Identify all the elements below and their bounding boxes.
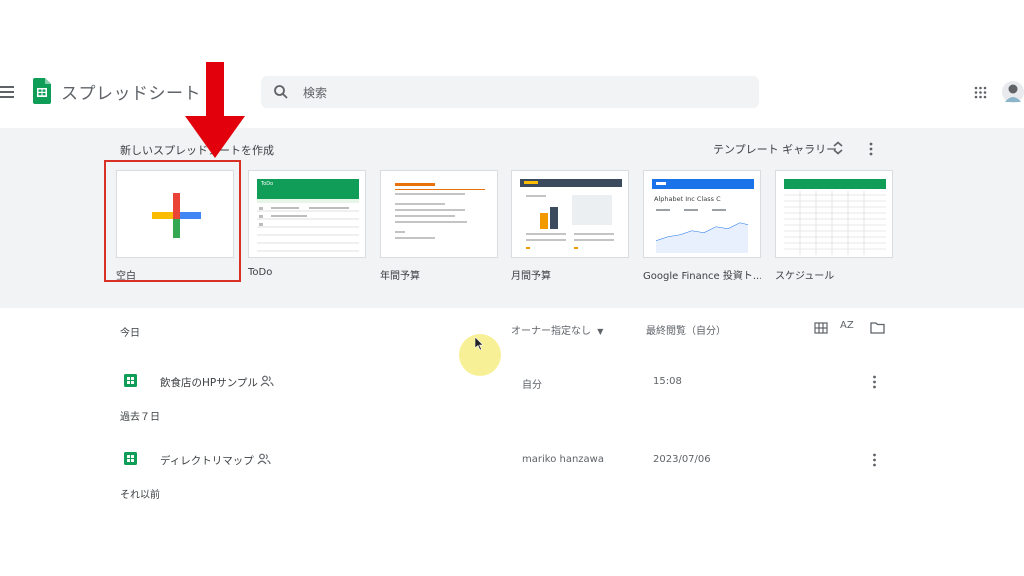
- search-input[interactable]: [301, 82, 745, 104]
- owner-filter-label: オーナー指定なし: [511, 326, 591, 337]
- owner-filter-dropdown[interactable]: オーナー指定なし ▼: [511, 322, 603, 337]
- shared-people-icon: [257, 453, 271, 465]
- file-list: 今日 オーナー指定なし ▼ 最終閲覧（自分） AZ 飲食店のHPサンプル 自分 …: [0, 308, 1024, 576]
- search-icon[interactable]: [273, 84, 289, 100]
- template-annual-budget[interactable]: 年間予算: [380, 170, 498, 282]
- template-thumbnail[interactable]: [775, 170, 893, 258]
- more-actions-icon[interactable]: [872, 453, 877, 467]
- more-actions-icon[interactable]: [872, 375, 877, 389]
- folder-picker-icon[interactable]: [870, 321, 885, 334]
- sheets-logo-icon[interactable]: [33, 78, 51, 104]
- mouse-cursor-icon: [475, 337, 484, 351]
- todo-thumb-title: ToDo: [261, 181, 274, 187]
- dropdown-arrow-icon: ▼: [597, 327, 604, 336]
- file-last-opened: 2023/07/06: [653, 454, 711, 465]
- template-schedule[interactable]: スケジュール: [775, 170, 893, 282]
- finance-preview: [652, 179, 754, 253]
- file-last-opened: 15:08: [653, 376, 682, 387]
- red-arrow-annotation: [185, 62, 245, 158]
- grid-view-icon[interactable]: [814, 322, 828, 334]
- template-thumbnail[interactable]: [511, 170, 629, 258]
- monthly-budget-preview: [520, 179, 622, 249]
- template-thumbnail[interactable]: ToDo: [248, 170, 366, 258]
- account-avatar[interactable]: [1002, 80, 1024, 104]
- more-options-icon[interactable]: [866, 142, 876, 156]
- expand-collapse-icon[interactable]: [832, 141, 844, 155]
- file-name[interactable]: 飲食店のHPサンプル: [160, 375, 258, 390]
- file-owner: mariko hanzawa: [522, 454, 604, 465]
- sheets-file-icon: [124, 374, 137, 387]
- section-past-7-days: 過去７日: [120, 412, 160, 423]
- template-gallery-button[interactable]: テンプレート ギャラリー: [713, 141, 837, 157]
- red-highlight-box: [104, 160, 241, 282]
- apps-grid-icon[interactable]: [974, 86, 987, 99]
- search-bar[interactable]: [261, 76, 759, 108]
- app-header: スプレッドシート: [0, 62, 1024, 122]
- main-menu-icon[interactable]: [0, 86, 14, 98]
- app-title[interactable]: スプレッドシート: [61, 79, 201, 104]
- template-label: Google Finance 投資ト...: [643, 271, 761, 282]
- file-name[interactable]: ディレクトリマップ: [160, 453, 254, 468]
- sort-az-icon[interactable]: AZ: [840, 320, 854, 331]
- annual-budget-preview: [395, 183, 485, 239]
- template-label: 月間予算: [511, 271, 551, 282]
- template-todo[interactable]: ToDo ToDo: [248, 170, 366, 278]
- template-thumbnail[interactable]: Alphabet Inc Class C: [643, 170, 761, 258]
- finance-thumb-title: Alphabet Inc Class C: [654, 195, 721, 203]
- template-monthly-budget[interactable]: 月間予算: [511, 170, 629, 282]
- file-row[interactable]: 飲食店のHPサンプル 自分 15:08: [0, 367, 1024, 397]
- last-opened-header[interactable]: 最終閲覧（自分）: [646, 322, 726, 337]
- template-thumbnail[interactable]: [380, 170, 498, 258]
- template-google-finance[interactable]: Alphabet Inc Class C Google Finance 投資ト.…: [643, 170, 761, 282]
- template-label: スケジュール: [775, 271, 835, 282]
- file-row[interactable]: ディレクトリマップ mariko hanzawa 2023/07/06: [0, 445, 1024, 475]
- section-today: 今日: [120, 328, 140, 339]
- template-label: ToDo: [248, 267, 273, 278]
- shared-people-icon: [260, 375, 274, 387]
- template-label: 年間予算: [380, 271, 420, 282]
- sheets-file-icon: [124, 452, 137, 465]
- schedule-preview: [784, 179, 886, 255]
- file-owner: 自分: [522, 380, 542, 391]
- section-earlier: それ以前: [120, 490, 160, 501]
